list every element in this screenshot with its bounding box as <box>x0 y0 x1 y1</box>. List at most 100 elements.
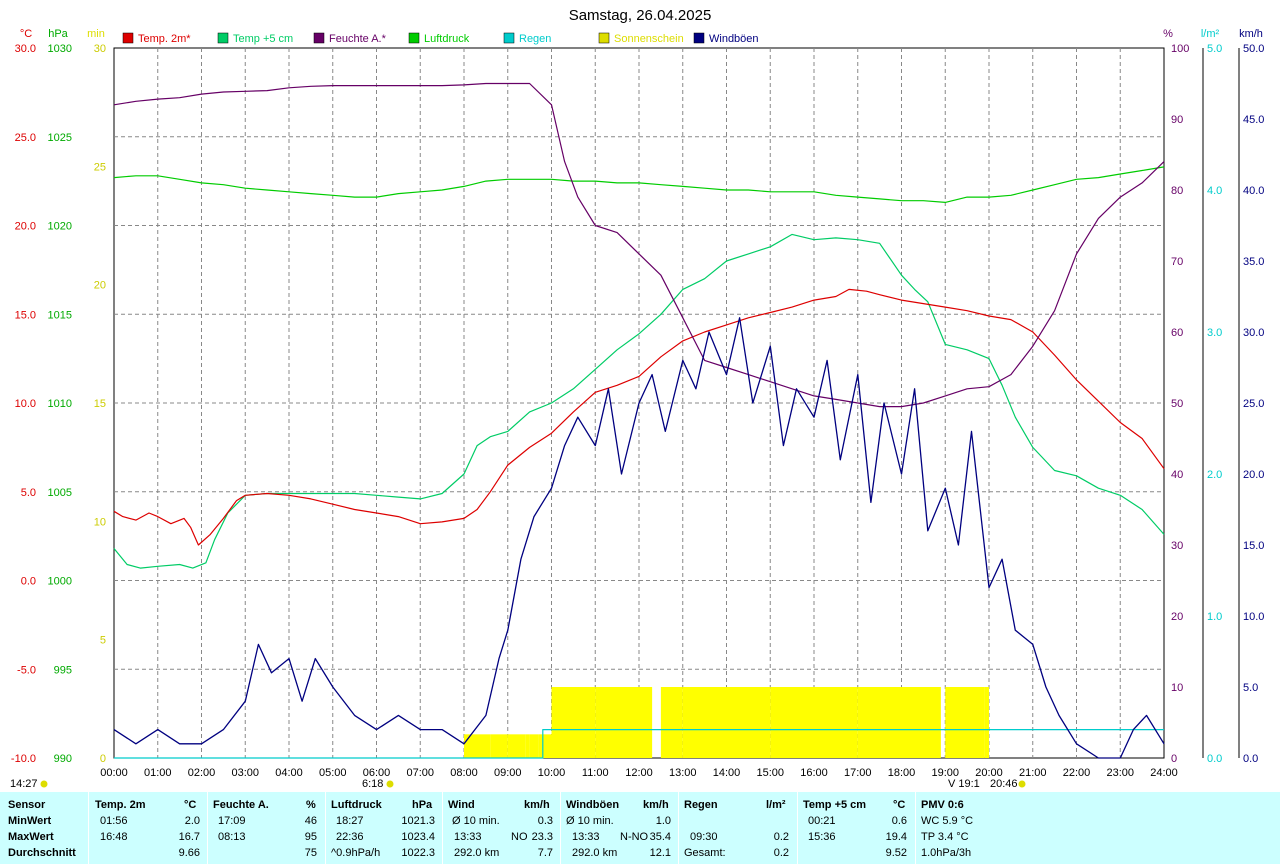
wind-unit: km/h <box>524 799 550 811</box>
legend-label: Temp +5 cm <box>233 33 293 45</box>
sunshine-bar <box>945 687 985 758</box>
legend-swatch <box>693 32 705 44</box>
rain-total-value: 0.2 <box>773 847 789 859</box>
chart-legend: Temp. 2m* Temp +5 cm Feuchte A.* Luftdruck R… <box>122 32 759 45</box>
statistics-panel: Sensor MinWert MaxWert Durchschnitt Temp… <box>0 792 1280 864</box>
time-tick-label: 24:00 <box>1150 767 1178 779</box>
humidity-min-time: 17:09 <box>218 815 246 827</box>
rain-header: Regen <box>684 799 718 811</box>
gust-avg10-value: 1.0 <box>655 815 671 827</box>
humidity-tick-label: 70 <box>1171 256 1183 268</box>
humidity-tick-label: 30 <box>1171 540 1183 552</box>
temp-min-value: 2.0 <box>184 815 200 827</box>
sunshine-bar <box>857 687 902 758</box>
pmv-windchill: WC 5.9 °C <box>921 815 974 827</box>
pressure-tick-label: 1010 <box>48 398 72 410</box>
weather-chart: Samstag, 26.04.2025 Temp. 2m* Temp +5 cm F… <box>10 7 1264 790</box>
temp5-max-time: 15:36 <box>808 831 836 843</box>
temp-max-time: 16:48 <box>100 831 128 843</box>
row-label-max: MaxWert <box>8 831 54 843</box>
sunshine-bar <box>814 687 858 758</box>
rain-total-label: Gesamt: <box>684 847 726 859</box>
pressure-trend: ^0.9hPa/h <box>331 847 381 859</box>
chart-footer: 14:27 6:18 V 19:1 20:46 <box>10 778 1026 790</box>
humidity-tick-label: 50 <box>1171 398 1183 410</box>
wind-distance: 292.0 km <box>454 847 500 859</box>
temp5-min-time: 00:21 <box>808 815 836 827</box>
sunshine-bar <box>529 734 539 758</box>
sun-tick-label: 5 <box>100 635 106 647</box>
temp5-header: Temp +5 cm <box>803 799 867 811</box>
temp5-avg-value: 9.52 <box>885 847 907 859</box>
row-label-min: MinWert <box>8 815 52 827</box>
wind-tick-label: 20.0 <box>1243 469 1264 481</box>
pressure-min-time: 18:27 <box>336 815 364 827</box>
rain-tick-label: 3.0 <box>1207 327 1222 339</box>
temp-tick-label: 25.0 <box>15 132 36 144</box>
sun-axis-header: min <box>87 28 105 40</box>
sunshine-bar <box>551 687 596 758</box>
wind-avg10-value: 0.3 <box>537 815 553 827</box>
sunshine-bar <box>984 687 989 758</box>
temp-min-time: 01:56 <box>100 815 128 827</box>
temp-tick-label: 0.0 <box>21 576 36 588</box>
humidity-avg-value: 75 <box>304 847 317 859</box>
temp-unit: °C <box>184 799 197 811</box>
wind-tick-label: 5.0 <box>1243 682 1258 694</box>
gust-distance: 292.0 km <box>572 847 618 859</box>
time-tick-label: 14:00 <box>713 767 741 779</box>
gust-max-direction: N-NO <box>620 831 649 843</box>
rain-tick-label: 4.0 <box>1207 185 1222 197</box>
pressure-tick-label: 1030 <box>48 43 72 55</box>
time-tick-label: 17:00 <box>844 767 872 779</box>
legend-label: Sonnenschein <box>614 33 684 45</box>
sunshine-bar <box>660 687 683 758</box>
sunshine-bar <box>538 734 552 758</box>
wind-tick-label: 50.0 <box>1243 43 1264 55</box>
humidity-header: Feuchte A. <box>213 799 269 811</box>
wind-avg-value: 7.7 <box>537 847 553 859</box>
pressure-max-time: 22:36 <box>336 831 364 843</box>
wind-tick-label: 35.0 <box>1243 256 1264 268</box>
pressure-tick-label: 995 <box>54 664 72 676</box>
sunshine-bar <box>726 687 771 758</box>
pressure-tick-label: 1020 <box>48 221 72 233</box>
gust-header: Windböen <box>566 799 620 811</box>
wind-header: Wind <box>448 799 475 811</box>
time-tick-label: 04:00 <box>275 767 303 779</box>
wind-tick-label: 40.0 <box>1243 185 1264 197</box>
rain-axis-header: l/m² <box>1201 28 1220 40</box>
legend-swatch <box>313 32 325 44</box>
rain-tick-label: 0.0 <box>1207 753 1222 765</box>
temp-max-value: 16.7 <box>178 831 200 843</box>
legend-label: Feuchte A.* <box>329 33 387 45</box>
pmv-header: PMV 0:6 <box>921 799 964 811</box>
pressure-tick-label: 1025 <box>48 132 72 144</box>
wind-axis-header: km/h <box>1239 28 1263 40</box>
rain-tick-label: 2.0 <box>1207 469 1222 481</box>
humidity-tick-label: 10 <box>1171 682 1183 694</box>
humidity-tick-label: 0 <box>1171 753 1177 765</box>
humidity-axis-header: % <box>1163 28 1173 40</box>
pressure-min-value: 1021.3 <box>401 815 435 827</box>
pressure-tick-label: 1015 <box>48 309 72 321</box>
pressure-header: Luftdruck <box>331 799 382 811</box>
sun-tick-label: 15 <box>94 398 106 410</box>
time-tick-label: 12:00 <box>625 767 653 779</box>
chart-title: Samstag, 26.04.2025 <box>569 7 712 24</box>
time-tick-label: 01:00 <box>144 767 172 779</box>
pressure-avg-value: 1022.3 <box>401 847 435 859</box>
temp-tick-label: -5.0 <box>17 664 36 676</box>
sunset-label: V 19:1 <box>948 778 980 790</box>
sun-tick-label: 25 <box>94 161 106 173</box>
time-tick-label: 10:00 <box>538 767 566 779</box>
humidity-max-value: 95 <box>304 831 317 843</box>
time-tick-label: 18:00 <box>888 767 916 779</box>
time-tick-label: 21:00 <box>1019 767 1047 779</box>
temp-tick-label: 15.0 <box>15 309 36 321</box>
gust-avg10-label: Ø 10 min. <box>566 815 614 827</box>
legend-swatch <box>503 32 515 44</box>
sun-tick-label: 0 <box>100 753 106 765</box>
moonrise-icon <box>40 780 48 788</box>
temp-tick-label: 20.0 <box>15 221 36 233</box>
